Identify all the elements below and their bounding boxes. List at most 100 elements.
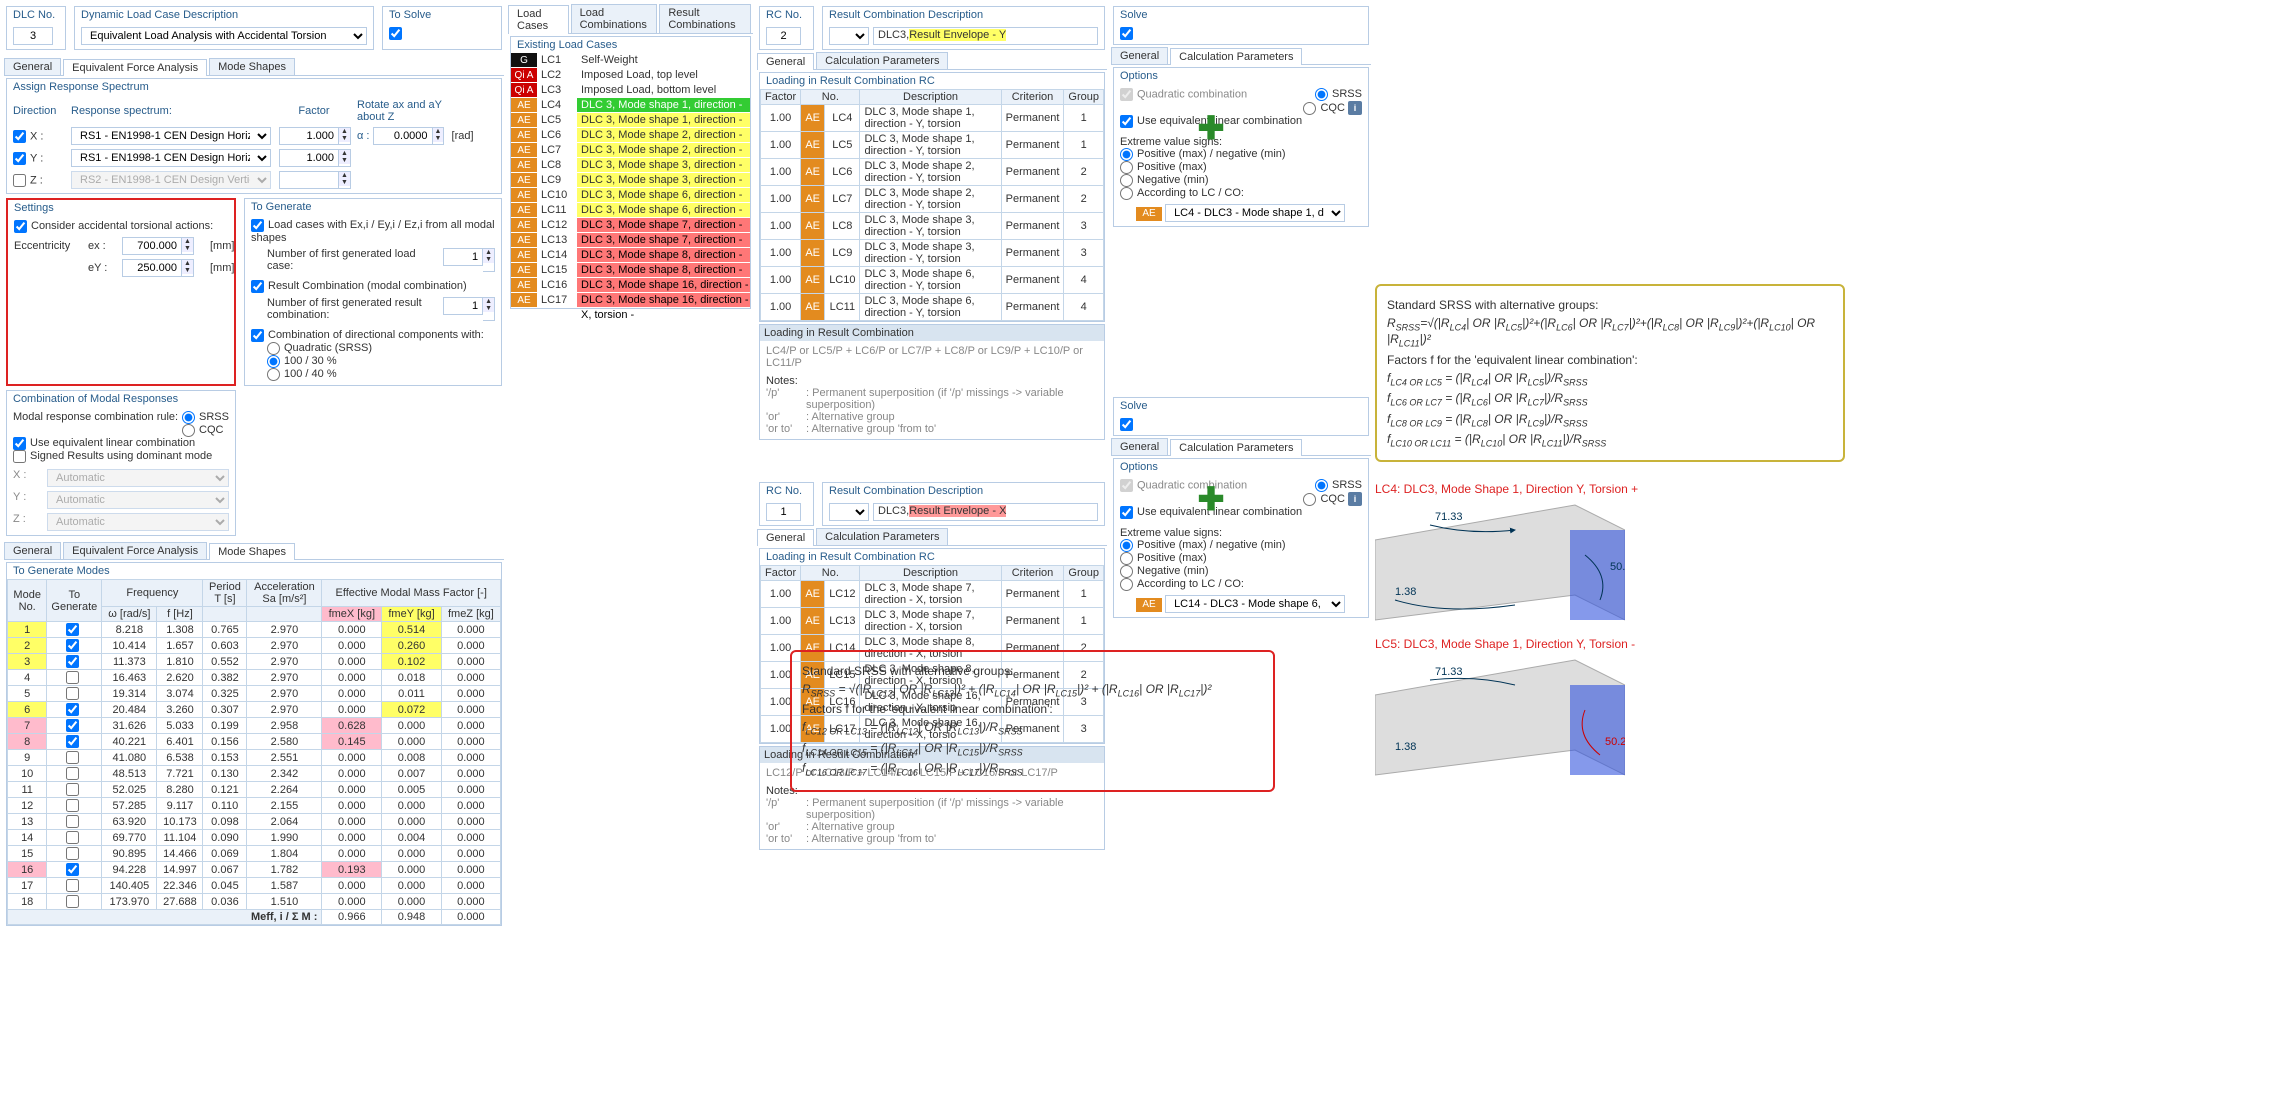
- num-lc-input[interactable]: [443, 248, 483, 266]
- dir-x-check[interactable]: [13, 130, 26, 143]
- tab-efa[interactable]: Equivalent Force Analysis: [63, 59, 207, 76]
- rc2-type-select[interactable]: [829, 27, 869, 45]
- tab-mode-shapes-2[interactable]: Mode Shapes: [209, 543, 295, 560]
- spectrum-x-select[interactable]: RS1 - EN1998-1 CEN Design Horizontal: [71, 127, 271, 145]
- rc2-tab-general[interactable]: General: [757, 53, 814, 70]
- ev2-pmn[interactable]: [1120, 148, 1133, 161]
- spectrum-z-select[interactable]: RS2 - EN1998-1 CEN Design Vertical: [71, 171, 271, 189]
- tab-general[interactable]: General: [4, 58, 61, 75]
- info-icon[interactable]: i: [1348, 101, 1362, 115]
- ey-input[interactable]: [122, 259, 182, 277]
- mode-gen-check[interactable]: [66, 831, 79, 844]
- mode-gen-check[interactable]: [66, 671, 79, 684]
- ev2-pmax[interactable]: [1120, 161, 1133, 174]
- factor-x-input[interactable]: [279, 127, 339, 145]
- dlc-no-input[interactable]: [13, 27, 53, 45]
- load-case-row[interactable]: AE LC16 DLC 3, Mode shape 16, direction …: [511, 278, 750, 293]
- opt1-tab-calc[interactable]: Calculation Parameters: [1170, 439, 1302, 456]
- tab-efa-2[interactable]: Equivalent Force Analysis: [63, 542, 207, 559]
- rc2-desc-input[interactable]: DLC3,Result Envelope - Y: [873, 27, 1098, 45]
- mode-gen-check[interactable]: [66, 703, 79, 716]
- load-case-row[interactable]: AE LC9 DLC 3, Mode shape 3, direction - …: [511, 173, 750, 188]
- opt2-tab-gen[interactable]: General: [1111, 47, 1168, 64]
- mode-gen-check[interactable]: [66, 639, 79, 652]
- mode-gen-check[interactable]: [66, 655, 79, 668]
- tab-general-2[interactable]: General: [4, 542, 61, 559]
- load-case-row[interactable]: AE LC5 DLC 3, Mode shape 1, direction - …: [511, 113, 750, 128]
- ev2-acc[interactable]: [1120, 187, 1133, 200]
- load-case-row[interactable]: AE LC11 DLC 3, Mode shape 6, direction -…: [511, 203, 750, 218]
- mode-gen-check[interactable]: [66, 879, 79, 892]
- srss2-radio[interactable]: [1315, 88, 1328, 101]
- mode-gen-check[interactable]: [66, 815, 79, 828]
- spectrum-y-select[interactable]: RS1 - EN1998-1 CEN Design Horizontal: [71, 149, 271, 167]
- load-case-row[interactable]: AE LC15 DLC 3, Mode shape 8, direction -…: [511, 263, 750, 278]
- ev1-acc[interactable]: [1120, 578, 1133, 591]
- tab-load-comb[interactable]: Load Combinations: [571, 4, 658, 33]
- mode-gen-check[interactable]: [66, 623, 79, 636]
- load-case-row[interactable]: AE LC13 DLC 3, Mode shape 7, direction -…: [511, 233, 750, 248]
- mode-gen-check[interactable]: [66, 751, 79, 764]
- alpha-input[interactable]: [373, 127, 433, 145]
- dir-y-check[interactable]: [13, 152, 26, 165]
- rc2-no-input[interactable]: [766, 27, 801, 45]
- comb-dir-check[interactable]: [251, 329, 264, 342]
- mode-gen-check[interactable]: [66, 863, 79, 876]
- factor-y-input[interactable]: [279, 149, 339, 167]
- mode-gen-check[interactable]: [66, 767, 79, 780]
- load-case-row[interactable]: AE LC4 DLC 3, Mode shape 1, direction - …: [511, 98, 750, 113]
- load-case-row[interactable]: AE LC7 DLC 3, Mode shape 2, direction - …: [511, 143, 750, 158]
- quad-comb-check[interactable]: [1120, 88, 1133, 101]
- ev1-pmax[interactable]: [1120, 552, 1133, 565]
- tab-mode-shapes[interactable]: Mode Shapes: [209, 58, 295, 75]
- load-case-row[interactable]: AE LC10 DLC 3, Mode shape 6, direction -…: [511, 188, 750, 203]
- rc1-type-select[interactable]: [829, 503, 869, 521]
- mode-gen-check[interactable]: [66, 687, 79, 700]
- mode-gen-check[interactable]: [66, 847, 79, 860]
- mode-gen-check[interactable]: [66, 735, 79, 748]
- quad-radio[interactable]: [267, 342, 280, 355]
- load-case-row[interactable]: AE LC8 DLC 3, Mode shape 3, direction - …: [511, 158, 750, 173]
- load-case-row[interactable]: AE LC6 DLC 3, Mode shape 2, direction - …: [511, 128, 750, 143]
- mode-gen-check[interactable]: [66, 799, 79, 812]
- num-rc-input[interactable]: [443, 297, 483, 315]
- opt2-tab-calc[interactable]: Calculation Parameters: [1170, 48, 1302, 65]
- x-auto-select[interactable]: Automatic: [47, 469, 229, 487]
- factor-z-input[interactable]: [279, 171, 339, 189]
- down-icon[interactable]: ▼: [339, 135, 350, 142]
- dlc-desc-select[interactable]: Equivalent Load Analysis with Accidental…: [81, 27, 367, 45]
- solve2-check[interactable]: [1120, 27, 1133, 40]
- r2-radio[interactable]: [267, 368, 280, 381]
- mode-gen-check[interactable]: [66, 719, 79, 732]
- ev2-nmin[interactable]: [1120, 174, 1133, 187]
- rc1-no-input[interactable]: [766, 503, 801, 521]
- load-case-row[interactable]: AE LC12 DLC 3, Mode shape 7, direction -…: [511, 218, 750, 233]
- rc1-tab-calc[interactable]: Calculation Parameters: [816, 528, 948, 545]
- torsion-check[interactable]: [14, 220, 27, 233]
- to-solve-checkbox[interactable]: [389, 27, 402, 40]
- rc1-desc-input[interactable]: DLC3,Result Envelope - X: [873, 503, 1098, 521]
- load-case-row[interactable]: AE LC14 DLC 3, Mode shape 8, direction -…: [511, 248, 750, 263]
- signed-check[interactable]: [13, 450, 26, 463]
- mode-gen-check[interactable]: [66, 783, 79, 796]
- ev1-pmn[interactable]: [1120, 539, 1133, 552]
- load-case-row[interactable]: Qi A LC3 Imposed Load, bottom level: [511, 83, 750, 98]
- opt1-tab-gen[interactable]: General: [1111, 438, 1168, 455]
- gen-lc-check[interactable]: [251, 219, 264, 232]
- elc-check[interactable]: [13, 437, 26, 450]
- rc1-tab-general[interactable]: General: [757, 529, 814, 546]
- z-auto-select[interactable]: Automatic: [47, 513, 229, 531]
- lcco-select-y[interactable]: LC4 - DLC3 - Mode shape 1, direction - Y: [1165, 204, 1345, 222]
- load-case-row[interactable]: AE LC17 DLC 3, Mode shape 16, direction …: [511, 293, 750, 308]
- tab-result-comb[interactable]: Result Combinations: [659, 4, 751, 33]
- load-case-row[interactable]: G LC1 Self-Weight: [511, 53, 750, 68]
- cqc-radio[interactable]: [182, 424, 195, 437]
- tab-load-cases[interactable]: Load Cases: [508, 5, 569, 34]
- up-icon[interactable]: ▲: [339, 128, 350, 135]
- gen-rc-check[interactable]: [251, 280, 264, 293]
- ex-input[interactable]: [122, 237, 182, 255]
- lcco-select-x[interactable]: LC14 - DLC3 - Mode shape 6, direction - …: [1165, 595, 1345, 613]
- rc2-tab-calc[interactable]: Calculation Parameters: [816, 52, 948, 69]
- solve1-check[interactable]: [1120, 418, 1133, 431]
- srss-radio[interactable]: [182, 411, 195, 424]
